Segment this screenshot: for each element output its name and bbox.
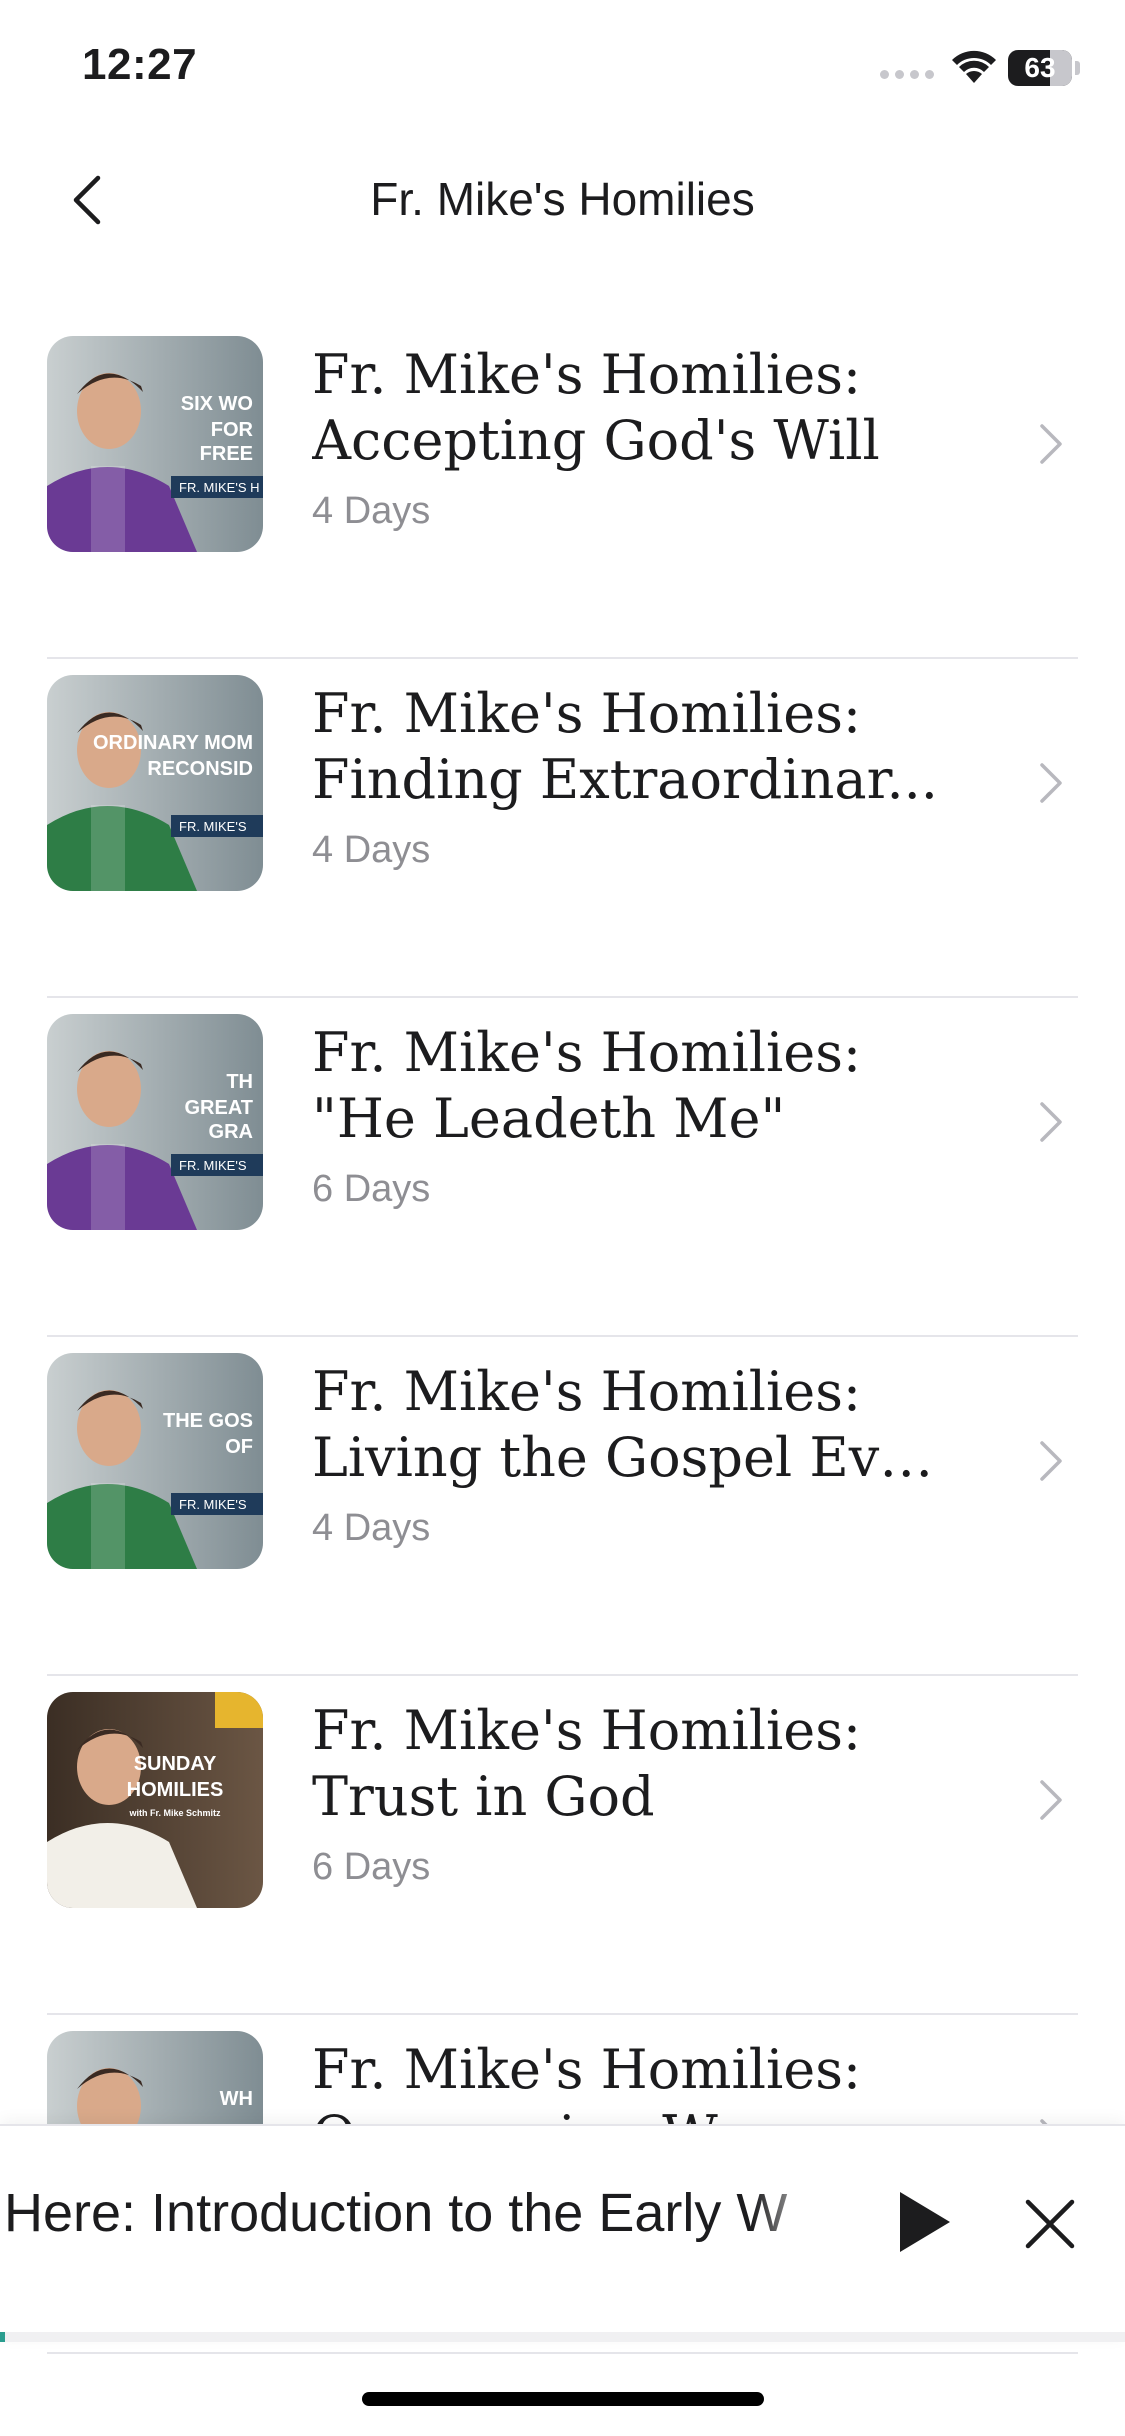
thumbnail-tag: FR. MIKE'S H bbox=[179, 480, 260, 495]
list-item[interactable]: THE GOS OF FR. MIKE'S Fr. Mike's Homilies: L… bbox=[0, 1337, 1125, 1676]
thumbnail-caption: FOR bbox=[211, 419, 254, 441]
chevron-right-icon bbox=[1040, 763, 1062, 803]
close-icon bbox=[1025, 2199, 1075, 2249]
plan-duration: 4 Days bbox=[312, 829, 431, 871]
battery-icon: 63 bbox=[1008, 50, 1072, 86]
plan-thumbnail: SIX WO FOR FREE FR. MIKE'S H bbox=[47, 336, 263, 552]
plan-title-line: Accepting God's Will bbox=[312, 409, 880, 472]
plan-duration: 4 Days bbox=[312, 490, 431, 532]
thumbnail-tag: FR. MIKE'S bbox=[179, 1497, 247, 1512]
row-divider bbox=[47, 2352, 1078, 2354]
battery-percent: 63 bbox=[1024, 52, 1056, 83]
plan-thumbnail: SUNDAY HOMILIES with Fr. Mike Schmitz bbox=[47, 1692, 263, 1908]
plan-title-line: Finding Extraordinar... bbox=[312, 748, 938, 811]
player-title[interactable]: Here: Introduction to the Early W bbox=[4, 2182, 787, 2244]
chevron-right-icon bbox=[1040, 1441, 1062, 1481]
plan-duration: 6 Days bbox=[312, 1168, 431, 1210]
chevron-right-icon bbox=[1040, 1780, 1062, 1820]
battery-cap bbox=[1075, 61, 1080, 75]
plan-duration: 6 Days bbox=[312, 1846, 431, 1888]
chevron-right-icon bbox=[1040, 424, 1062, 464]
plan-thumbnail: ORDINARY MOM RECONSID FR. MIKE'S bbox=[47, 675, 263, 891]
plan-title: Fr. Mike's Homilies: "He Leadeth Me" bbox=[312, 1020, 952, 1152]
plan-title: Fr. Mike's Homilies: Finding Extraordinar… bbox=[312, 681, 952, 813]
thumbnail-caption: HOMILIES bbox=[127, 1779, 224, 1801]
plan-title: Fr. Mike's Homilies: Accepting God's Will bbox=[312, 342, 952, 474]
playback-progress-fill bbox=[0, 2332, 5, 2342]
plan-thumbnail: THE GOS OF FR. MIKE'S bbox=[47, 1353, 263, 1569]
plan-title-line: Fr. Mike's Homilies: bbox=[312, 2038, 862, 2101]
thumbnail-caption: RECONSID bbox=[147, 758, 253, 780]
thumbnail-caption: ORDINARY MOM bbox=[93, 732, 253, 754]
status-bar: 12:27 63 bbox=[0, 0, 1125, 140]
nav-bar: Fr. Mike's Homilies bbox=[0, 140, 1125, 260]
plan-title: Fr. Mike's Homilies: Living the Gospel Ev… bbox=[312, 1359, 952, 1491]
thumbnail-tag: FR. MIKE'S bbox=[179, 819, 247, 834]
thumbnail-caption: THE GOS bbox=[163, 1410, 253, 1432]
screen: 12:27 63 Fr. Mike's Homilies SIX WO FOR FR… bbox=[0, 0, 1125, 2436]
play-button[interactable] bbox=[888, 2186, 958, 2258]
thumbnail-caption: SUNDAY bbox=[134, 1753, 217, 1775]
plan-title-line: "He Leadeth Me" bbox=[312, 1087, 786, 1150]
chevron-right-icon bbox=[1040, 1102, 1062, 1142]
thumbnail-caption: GRA bbox=[209, 1121, 253, 1143]
list-item[interactable]: TH GREAT GRA FR. MIKE'S Fr. Mike's Homilies:… bbox=[0, 998, 1125, 1337]
plan-thumbnail: TH GREAT GRA FR. MIKE'S bbox=[47, 1014, 263, 1230]
plan-title-line: Fr. Mike's Homilies: bbox=[312, 1021, 862, 1084]
mini-player[interactable]: Here: Introduction to the Early W bbox=[0, 2124, 1125, 2342]
plan-title-line: Trust in God bbox=[312, 1765, 655, 1828]
thumbnail-caption: OF bbox=[225, 1436, 253, 1458]
plan-title-line: Fr. Mike's Homilies: bbox=[312, 1360, 862, 1423]
plan-list: SIX WO FOR FREE FR. MIKE'S H Fr. Mike's Homi… bbox=[0, 320, 1125, 2354]
plan-title-line: Living the Gospel Eve... bbox=[312, 1426, 952, 1489]
list-item[interactable]: SIX WO FOR FREE FR. MIKE'S H Fr. Mike's Homi… bbox=[0, 320, 1125, 659]
thumbnail-caption: SIX WO bbox=[181, 393, 253, 415]
thumbnail-caption: GREAT bbox=[184, 1097, 253, 1119]
page-title: Fr. Mike's Homilies bbox=[370, 173, 755, 225]
wifi-icon bbox=[952, 50, 996, 83]
play-icon bbox=[900, 2192, 950, 2252]
cellular-signal-icon bbox=[880, 70, 934, 79]
list-item[interactable]: SUNDAY HOMILIES with Fr. Mike Schmitz Fr. M… bbox=[0, 1676, 1125, 2015]
plan-title-line: Fr. Mike's Homilies: bbox=[312, 343, 862, 406]
thumbnail-caption: with Fr. Mike Schmitz bbox=[128, 1808, 221, 1818]
playback-progress[interactable] bbox=[0, 2332, 1125, 2342]
status-time: 12:27 bbox=[82, 40, 198, 89]
plan-duration: 4 Days bbox=[312, 1507, 431, 1549]
player-title-wrap: Here: Introduction to the Early W bbox=[0, 2174, 832, 2254]
thumbnail-caption: WH bbox=[220, 2088, 253, 2110]
plan-title-line: Fr. Mike's Homilies: bbox=[312, 1699, 862, 1762]
list-item[interactable]: ORDINARY MOM RECONSID FR. MIKE'S Fr. Mike's… bbox=[0, 659, 1125, 998]
thumbnail-tag: FR. MIKE'S bbox=[179, 1158, 247, 1173]
thumbnail-caption: FREE bbox=[200, 443, 253, 465]
plan-title-line: Fr. Mike's Homilies: bbox=[312, 682, 862, 745]
close-button[interactable] bbox=[1022, 2196, 1078, 2252]
plan-title: Fr. Mike's Homilies: Trust in God bbox=[312, 1698, 952, 1830]
thumbnail-caption: TH bbox=[226, 1071, 253, 1093]
home-indicator bbox=[362, 2392, 764, 2406]
